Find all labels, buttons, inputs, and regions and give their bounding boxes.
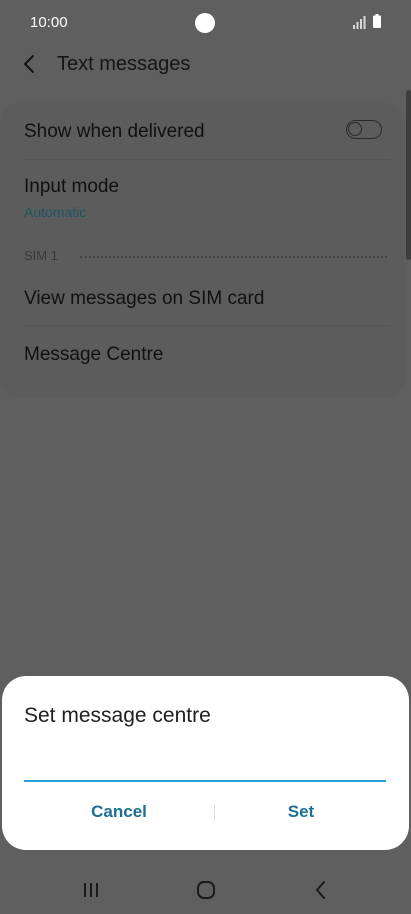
- camera-hole: [195, 13, 215, 33]
- setting-view-messages-on-sim[interactable]: View messages on SIM card: [0, 271, 405, 325]
- app-header: Text messages: [0, 44, 411, 88]
- section-divider: [80, 256, 387, 258]
- show-when-delivered-toggle[interactable]: [346, 120, 382, 139]
- dialog-title: Set message centre: [24, 704, 211, 727]
- setting-message-centre[interactable]: Message Centre: [0, 326, 405, 382]
- cancel-button[interactable]: Cancel: [29, 795, 209, 829]
- setting-show-when-delivered[interactable]: Show when delivered: [0, 103, 405, 159]
- section-label-sim: SIM 1: [24, 248, 58, 263]
- back-arrow-icon[interactable]: [18, 52, 42, 76]
- setting-label: Show when delivered: [24, 121, 205, 142]
- signal-icon: [353, 16, 366, 29]
- set-message-centre-dialog: Set message centre Cancel Set: [2, 676, 409, 850]
- toggle-knob: [348, 122, 362, 136]
- setting-value: Automatic: [24, 204, 87, 220]
- scrollbar[interactable]: [406, 90, 411, 260]
- message-centre-input[interactable]: [24, 752, 386, 782]
- setting-label: Input mode: [24, 176, 120, 197]
- setting-input-mode[interactable]: Input mode Automatic: [0, 160, 405, 232]
- recents-icon[interactable]: [77, 876, 105, 904]
- status-bar: 10:00: [0, 0, 411, 44]
- screen: 10:00 Text messages Show when delivered: [0, 0, 411, 914]
- page-title: Text messages: [57, 53, 191, 75]
- set-button[interactable]: Set: [211, 795, 391, 829]
- navigation-bar: [0, 866, 411, 914]
- battery-icon: [373, 14, 381, 28]
- setting-label: View messages on SIM card: [24, 288, 265, 309]
- back-icon[interactable]: [307, 876, 335, 904]
- settings-card: Show when delivered Input mode Automatic…: [0, 103, 405, 398]
- home-icon[interactable]: [192, 876, 220, 904]
- status-time: 10:00: [30, 14, 68, 31]
- setting-label: Message Centre: [24, 344, 164, 365]
